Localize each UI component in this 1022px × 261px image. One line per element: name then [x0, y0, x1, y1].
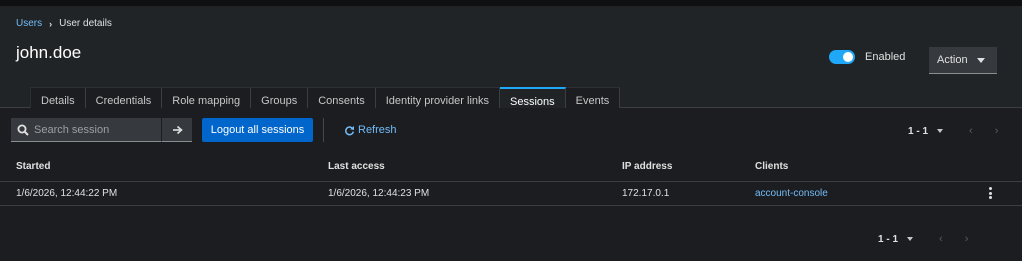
- refresh-button[interactable]: Refresh: [344, 118, 397, 142]
- header-ip-address: IP address: [622, 161, 673, 172]
- caret-down-icon[interactable]: [907, 237, 914, 241]
- toggle-knob: [843, 52, 853, 62]
- header-panel: Users › User details john.doe Enabled Ac…: [0, 6, 1022, 114]
- tab-label: Identity provider links: [385, 95, 490, 107]
- tab-label: Role mapping: [172, 95, 241, 107]
- search-placeholder: Search session: [34, 123, 110, 136]
- tab-label: Groups: [261, 95, 298, 107]
- pagination-range[interactable]: 1 - 1: [878, 234, 898, 245]
- table-header: Started Last access IP address Clients: [0, 152, 1022, 182]
- client-link[interactable]: account-console: [755, 188, 828, 199]
- previous-page-button[interactable]: ‹: [939, 233, 943, 245]
- pagination-bottom: 1 - 1 ‹ ›: [878, 233, 968, 245]
- breadcrumb: Users › User details: [16, 18, 112, 29]
- tab-label: Events: [575, 95, 610, 107]
- cell-started: 1/6/2026, 12:44:22 PM: [16, 188, 118, 199]
- cell-ip-address: 172.17.0.1: [622, 188, 670, 199]
- header-started: Started: [16, 161, 51, 172]
- tab-label: Sessions: [510, 95, 555, 108]
- next-page-button[interactable]: ›: [965, 233, 969, 245]
- enabled-toggle[interactable]: Enabled: [829, 50, 905, 64]
- pagination-range[interactable]: 1 - 1: [908, 126, 928, 137]
- caret-down-icon[interactable]: [937, 129, 944, 133]
- search-submit-button[interactable]: [161, 118, 192, 142]
- breadcrumb-current: User details: [59, 18, 112, 29]
- table-row: 1/6/2026, 12:44:22 PM 1/6/2026, 12:44:23…: [0, 182, 1022, 206]
- toggle-switch[interactable]: [829, 50, 855, 64]
- enabled-label: Enabled: [865, 51, 906, 63]
- header-last-access: Last access: [328, 161, 385, 172]
- header-clients: Clients: [755, 161, 789, 172]
- tab-label: Credentials: [95, 95, 152, 107]
- action-label: Action: [937, 54, 968, 66]
- sessions-table: Started Last access IP address Clients 1…: [0, 152, 1022, 206]
- search-input[interactable]: Search session: [11, 118, 161, 142]
- search-icon: [17, 124, 29, 136]
- toolbar: Search session Logout all sessions Refre…: [0, 108, 1022, 152]
- previous-page-button[interactable]: ‹: [969, 125, 973, 137]
- tab-label: Consents: [318, 95, 365, 107]
- refresh-icon: [345, 125, 355, 135]
- logout-all-sessions-button[interactable]: Logout all sessions: [202, 118, 313, 142]
- arrow-right-icon: [172, 125, 183, 134]
- pagination-top: 1 - 1 ‹ ›: [908, 125, 998, 137]
- next-page-button[interactable]: ›: [995, 125, 999, 137]
- caret-down-icon: [977, 58, 985, 63]
- refresh-label: Refresh: [358, 124, 397, 136]
- cell-last-access: 1/6/2026, 12:44:23 PM: [328, 188, 430, 199]
- action-dropdown[interactable]: Action: [929, 47, 997, 74]
- tab-label: Details: [41, 95, 75, 107]
- chevron-right-icon: ›: [49, 18, 53, 29]
- page-title: john.doe: [16, 43, 82, 62]
- breadcrumb-users-link[interactable]: Users: [16, 18, 42, 29]
- toolbar-divider: [323, 118, 324, 142]
- kebab-icon[interactable]: [988, 187, 994, 201]
